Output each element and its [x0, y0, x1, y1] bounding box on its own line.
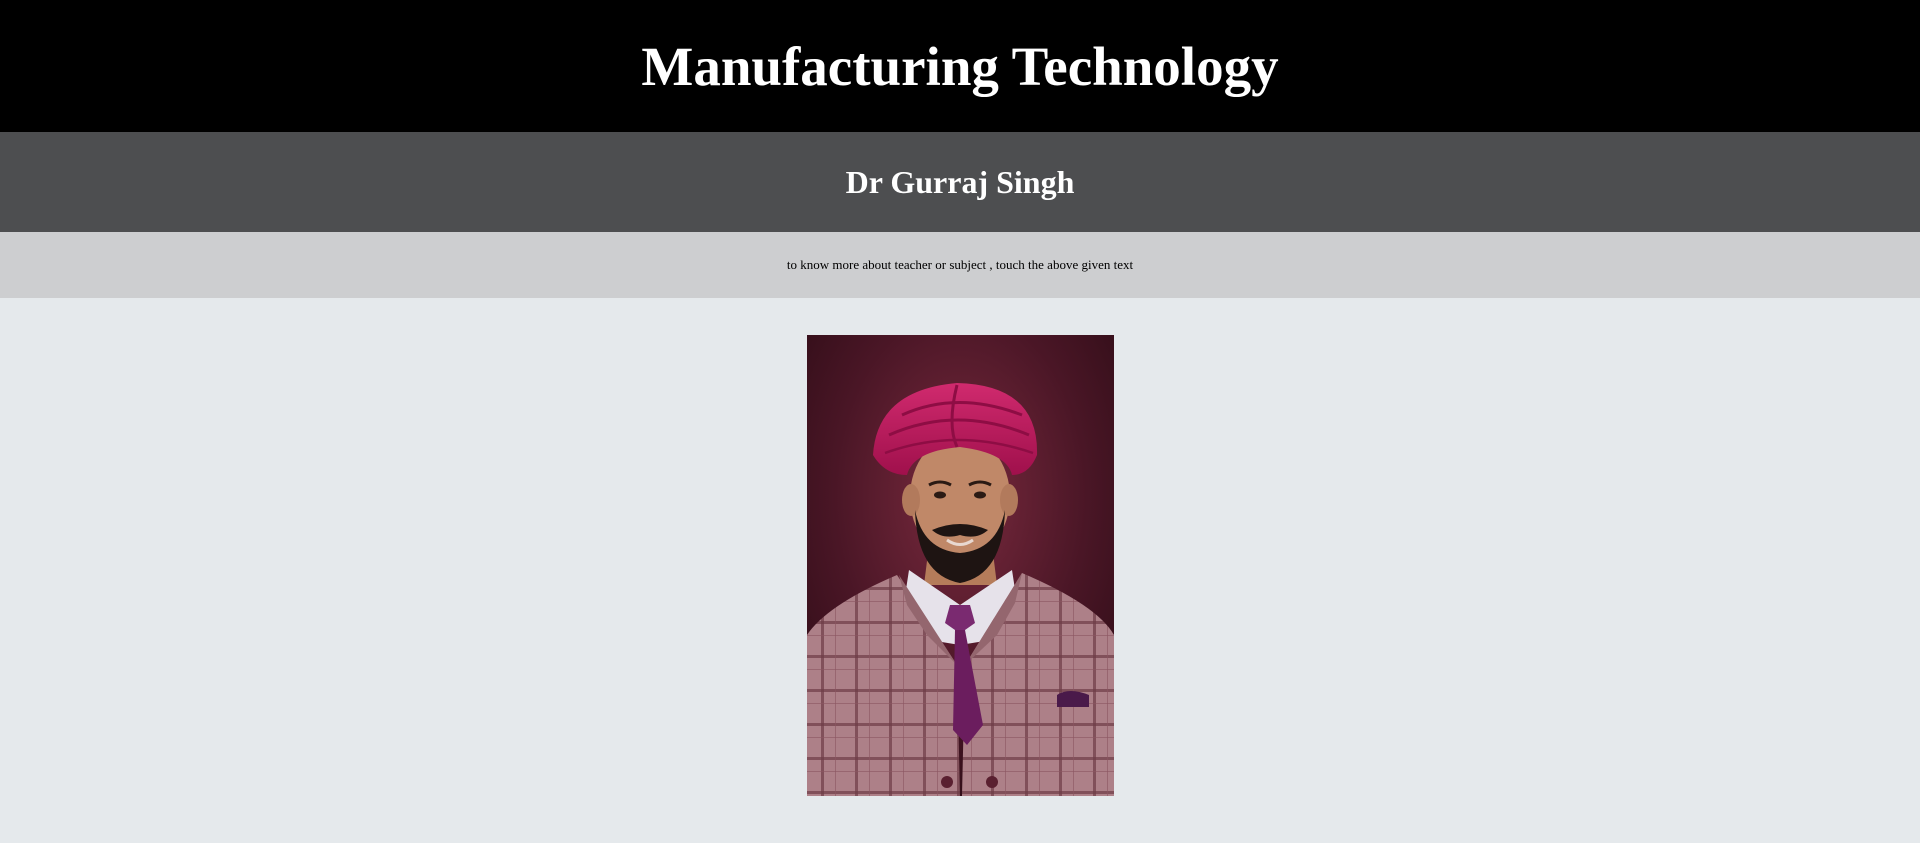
subject-header: Manufacturing Technology — [0, 0, 1920, 132]
subject-title-link[interactable]: Manufacturing Technology — [641, 39, 1278, 94]
teacher-name-link[interactable]: Dr Gurraj Singh — [846, 166, 1075, 198]
teacher-portrait — [807, 335, 1114, 796]
teacher-bar: Dr Gurraj Singh — [0, 132, 1920, 232]
hint-text: to know more about teacher or subject , … — [786, 257, 1134, 272]
hint-bar: to know more about teacher or subject , … — [0, 232, 1920, 298]
main-content — [0, 298, 1920, 843]
